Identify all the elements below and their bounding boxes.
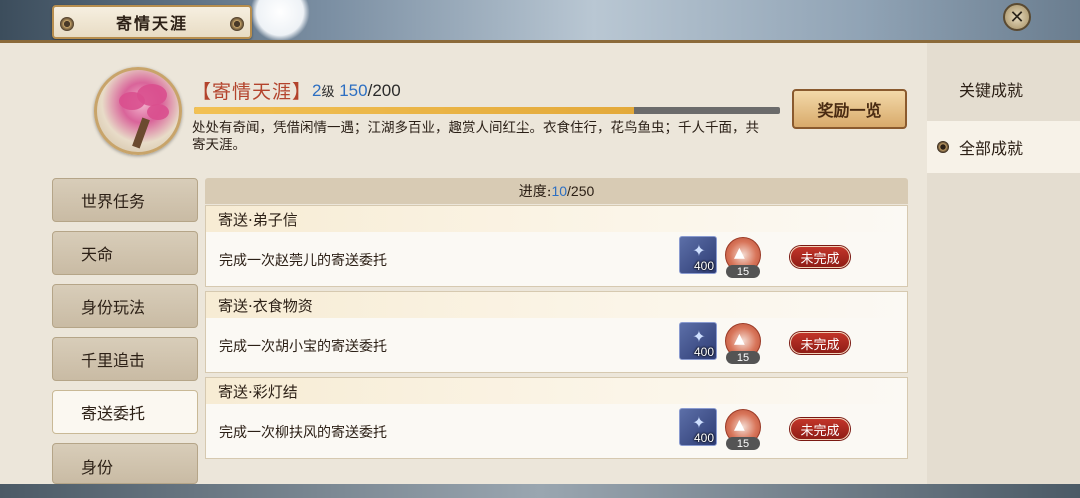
category-delivery[interactable]: 寄送委托 bbox=[52, 390, 198, 434]
level-unit: 级 bbox=[321, 84, 335, 99]
reward-item[interactable]: ✦ 400 bbox=[679, 236, 717, 274]
tab-label: 关键成就 bbox=[959, 81, 1024, 100]
progress-label: 进度: bbox=[518, 184, 552, 200]
category-label: 世界任务 bbox=[81, 192, 146, 211]
progress-header: 进度: 10 /250 bbox=[205, 178, 908, 204]
category-label: 千里追击 bbox=[81, 351, 146, 370]
quest-title: 寄送·彩灯结 bbox=[206, 378, 907, 404]
blossom-shape bbox=[147, 104, 169, 120]
achievement-title: 【寄情天涯】 bbox=[192, 81, 313, 103]
right-tab-column: 关键成就 全部成就 bbox=[927, 43, 1080, 484]
calligraphy-decoration bbox=[6, 70, 38, 430]
window-title-plate: 寄情天涯 bbox=[52, 5, 252, 39]
exp-progress-fill bbox=[194, 107, 634, 114]
tab-label: 全部成就 bbox=[959, 139, 1024, 158]
category-label: 寄送委托 bbox=[81, 404, 146, 423]
quest-card: 寄送·衣食物资 完成一次胡小宝的寄送委托 ✦ 400 ▲ 15 未完成 bbox=[205, 291, 908, 373]
reward-item-count: 400 bbox=[693, 431, 714, 445]
close-icon: ✕ bbox=[1009, 6, 1025, 28]
bottom-border bbox=[0, 484, 1080, 498]
quest-description: 完成一次赵莞儿的寄送委托 bbox=[219, 253, 387, 269]
mountain-icon: ▲ bbox=[734, 245, 745, 261]
quest-card: 寄送·彩灯结 完成一次柳扶风的寄送委托 ✦ 400 ▲ 15 未完成 bbox=[205, 377, 908, 459]
category-destiny[interactable]: 天命 bbox=[52, 231, 198, 275]
exp-total: /200 bbox=[367, 81, 401, 100]
progress-total: /250 bbox=[567, 183, 595, 199]
reward-item-count: 400 bbox=[693, 259, 714, 273]
progress-current: 10 bbox=[551, 183, 568, 199]
status-badge: 未完成 bbox=[790, 246, 850, 268]
status-badge: 未完成 bbox=[790, 418, 850, 440]
quest-description: 完成一次胡小宝的寄送委托 bbox=[219, 339, 387, 355]
active-marker-icon bbox=[937, 141, 949, 153]
reward-token-count: 15 bbox=[726, 265, 760, 278]
reward-overview-button[interactable]: 奖励一览 bbox=[792, 89, 907, 129]
category-identity[interactable]: 身份 bbox=[52, 443, 198, 484]
quest-title: 寄送·弟子信 bbox=[206, 206, 907, 232]
reward-token-count: 15 bbox=[726, 351, 760, 364]
achievement-description: 处处有奇闻，凭借闲情一遇；江湖多百业，趣赏人间红尘。衣食住行，花鸟鱼虫；千人千面… bbox=[192, 120, 759, 153]
category-pursuit[interactable]: 千里追击 bbox=[52, 337, 198, 381]
level-indicator: 2级 150/200 bbox=[312, 81, 401, 101]
reward-item[interactable]: ✦ 400 bbox=[679, 322, 717, 360]
tab-key-achievements[interactable]: 关键成就 bbox=[927, 63, 1080, 115]
status-badge: 未完成 bbox=[790, 332, 850, 354]
exp-current: 150 bbox=[339, 81, 368, 100]
blossom-shape bbox=[137, 84, 167, 106]
reward-token-count: 15 bbox=[726, 437, 760, 450]
ornament-left-icon bbox=[60, 17, 74, 31]
tab-all-achievements[interactable]: 全部成就 bbox=[927, 121, 1080, 173]
tree-trunk-shape bbox=[132, 117, 150, 149]
quest-title: 寄送·衣食物资 bbox=[206, 292, 907, 318]
quest-card: 寄送·弟子信 完成一次赵莞儿的寄送委托 ✦ 400 ▲ 15 未完成 bbox=[205, 205, 908, 287]
mountain-icon: ▲ bbox=[734, 331, 745, 347]
category-world-quests[interactable]: 世界任务 bbox=[52, 178, 198, 222]
reward-item-count: 400 bbox=[693, 345, 714, 359]
category-label: 天命 bbox=[81, 245, 114, 264]
close-button[interactable]: ✕ bbox=[1003, 3, 1031, 31]
achievement-avatar bbox=[94, 67, 182, 155]
moon-decoration bbox=[250, 0, 310, 42]
category-identity-play[interactable]: 身份玩法 bbox=[52, 284, 198, 328]
mountain-icon: ▲ bbox=[734, 417, 745, 433]
category-label: 身份玩法 bbox=[81, 298, 146, 317]
quest-description: 完成一次柳扶风的寄送委托 bbox=[219, 425, 387, 441]
window-title: 寄情天涯 bbox=[115, 14, 188, 33]
ornament-right-icon bbox=[230, 17, 244, 31]
category-label: 身份 bbox=[81, 458, 114, 477]
exp-progress-bar bbox=[194, 107, 780, 114]
reward-item[interactable]: ✦ 400 bbox=[679, 408, 717, 446]
